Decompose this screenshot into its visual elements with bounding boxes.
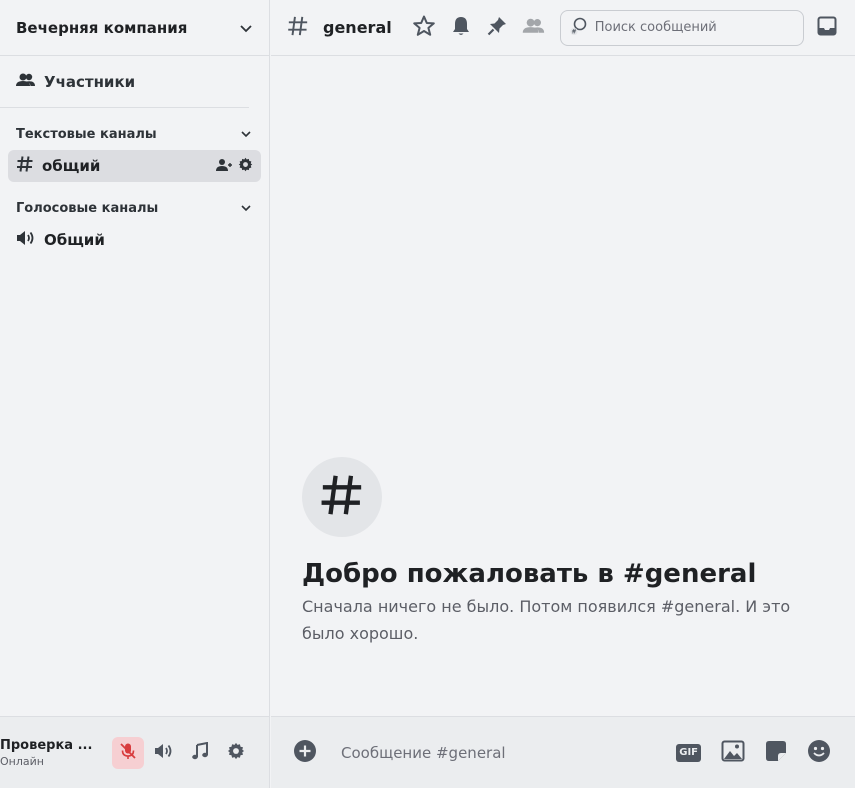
- channel-header: general #: [271, 0, 855, 56]
- gear-icon: [227, 742, 245, 764]
- hash-icon: [287, 15, 309, 41]
- user-name: Проверка ...: [0, 737, 93, 753]
- gif-button[interactable]: GIF: [676, 743, 701, 762]
- emoji-icon[interactable]: [807, 739, 831, 767]
- inbox-icon[interactable]: [816, 15, 838, 41]
- gear-icon[interactable]: [238, 157, 253, 176]
- members-link[interactable]: Участники: [0, 56, 249, 108]
- channel-item-general[interactable]: общий: [8, 150, 261, 182]
- search-icon: #: [569, 16, 589, 40]
- deafen-button[interactable]: [148, 737, 180, 769]
- user-settings-button[interactable]: [220, 737, 252, 769]
- app-window: Вечерняя компания Участники Текстовые ка…: [0, 0, 855, 788]
- image-icon[interactable]: [721, 740, 745, 766]
- welcome-description: Сначала ничего не было. Потом появился #…: [302, 597, 791, 643]
- channel-welcome: Добро пожаловать в #general Сначала ниче…: [302, 457, 822, 647]
- members-icon: [16, 72, 36, 92]
- channel-sidebar: Вечерняя компания Участники Текстовые ка…: [0, 0, 270, 716]
- category-text-channels[interactable]: Текстовые каналы: [0, 122, 269, 146]
- server-header[interactable]: Вечерняя компания: [0, 0, 269, 56]
- music-button[interactable]: [184, 737, 216, 769]
- add-attachment-button[interactable]: [293, 739, 317, 767]
- category-label: Голосовые каналы: [16, 200, 159, 216]
- search-box[interactable]: #: [559, 9, 804, 46]
- hash-icon: [16, 155, 34, 177]
- pin-icon[interactable]: [486, 15, 508, 41]
- svg-text:#: #: [571, 28, 576, 35]
- welcome-hash-badge: [302, 457, 382, 537]
- chevron-down-icon: [239, 21, 253, 35]
- search-input[interactable]: [594, 20, 785, 35]
- speaker-icon: [154, 742, 174, 764]
- channel-label: общий: [42, 157, 101, 175]
- server-name: Вечерняя компания: [16, 18, 188, 37]
- chevron-down-icon: [239, 127, 253, 141]
- bell-icon[interactable]: [450, 15, 472, 41]
- invite-user-icon[interactable]: [216, 157, 232, 176]
- user-status: Онлайн: [0, 754, 44, 768]
- chevron-down-icon: [239, 201, 253, 215]
- channel-title: general: [323, 18, 392, 37]
- channel-item-voice-general[interactable]: Общий: [8, 224, 261, 256]
- message-composer: GIF: [271, 716, 855, 788]
- speaker-icon: [16, 229, 36, 251]
- sticker-icon[interactable]: [765, 740, 787, 766]
- star-icon[interactable]: [412, 14, 436, 42]
- category-label: Текстовые каналы: [16, 126, 157, 142]
- microphone-muted-icon: [119, 742, 137, 764]
- welcome-title: Добро пожаловать в #general: [302, 559, 757, 589]
- user-info[interactable]: Проверка ... Онлайн: [0, 738, 104, 768]
- members-label: Участники: [44, 72, 136, 91]
- message-input[interactable]: [341, 743, 641, 762]
- category-voice-channels[interactable]: Голосовые каналы: [0, 196, 269, 220]
- channel-label: Общий: [44, 231, 105, 249]
- mute-microphone-button[interactable]: [112, 736, 144, 769]
- hash-icon: [319, 472, 365, 522]
- user-panel: Проверка ... Онлайн: [0, 716, 270, 788]
- music-note-icon: [191, 741, 209, 764]
- members-icon[interactable]: [522, 17, 546, 39]
